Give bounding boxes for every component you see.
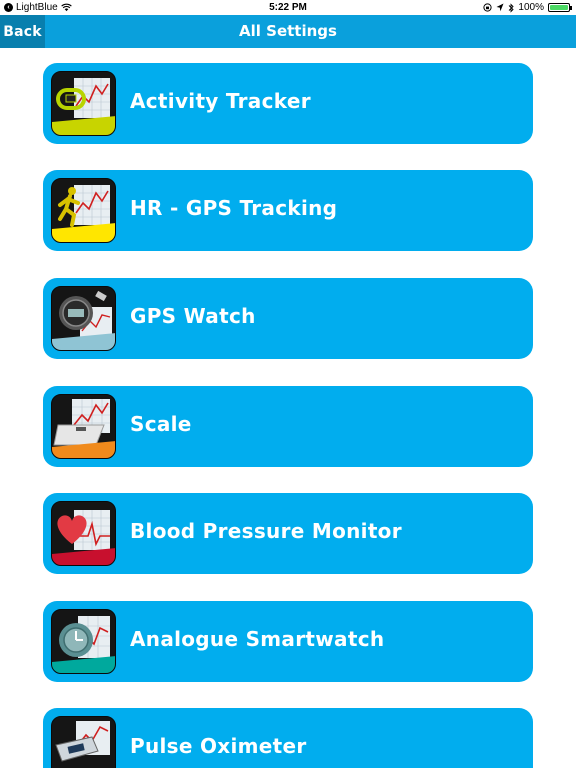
analogue-smartwatch-icon bbox=[51, 609, 116, 674]
navigation-bar: Back All Settings bbox=[0, 15, 576, 48]
activity-tracker-icon bbox=[51, 71, 116, 136]
setting-label: Scale bbox=[130, 412, 192, 436]
orientation-lock-icon bbox=[483, 3, 493, 12]
setting-row-activity-tracker[interactable]: Activity Tracker bbox=[43, 63, 533, 144]
battery-level bbox=[550, 5, 568, 10]
setting-label: HR - GPS Tracking bbox=[130, 196, 338, 220]
location-icon bbox=[496, 3, 504, 12]
bluetooth-icon bbox=[509, 2, 515, 13]
status-bar: ‹ LightBlue 5:22 PM 100% bbox=[0, 0, 576, 15]
battery-icon bbox=[548, 3, 572, 12]
gps-watch-icon bbox=[51, 286, 116, 351]
setting-label: Activity Tracker bbox=[130, 89, 311, 113]
setting-label: Pulse Oximeter bbox=[130, 734, 307, 758]
page-title: All Settings bbox=[239, 22, 337, 40]
setting-row-gps-watch[interactable]: GPS Watch bbox=[43, 278, 533, 359]
setting-row-scale[interactable]: Scale bbox=[43, 386, 533, 467]
hr-gps-tracking-icon bbox=[51, 178, 116, 243]
status-bar-right: 100% bbox=[483, 2, 572, 13]
setting-row-pulse-oximeter[interactable]: Pulse Oximeter bbox=[43, 708, 533, 768]
setting-row-analogue-smartwatch[interactable]: Analogue Smartwatch bbox=[43, 601, 533, 682]
blood-pressure-monitor-icon bbox=[51, 501, 116, 566]
setting-label: Blood Pressure Monitor bbox=[130, 519, 402, 543]
setting-row-blood-pressure-monitor[interactable]: Blood Pressure Monitor bbox=[43, 493, 533, 574]
setting-label: GPS Watch bbox=[130, 304, 256, 328]
setting-label: Analogue Smartwatch bbox=[130, 627, 385, 651]
battery-percent: 100% bbox=[518, 2, 544, 13]
pulse-oximeter-icon bbox=[51, 716, 116, 768]
scale-icon bbox=[51, 394, 116, 459]
setting-row-hr-gps-tracking[interactable]: HR - GPS Tracking bbox=[43, 170, 533, 251]
